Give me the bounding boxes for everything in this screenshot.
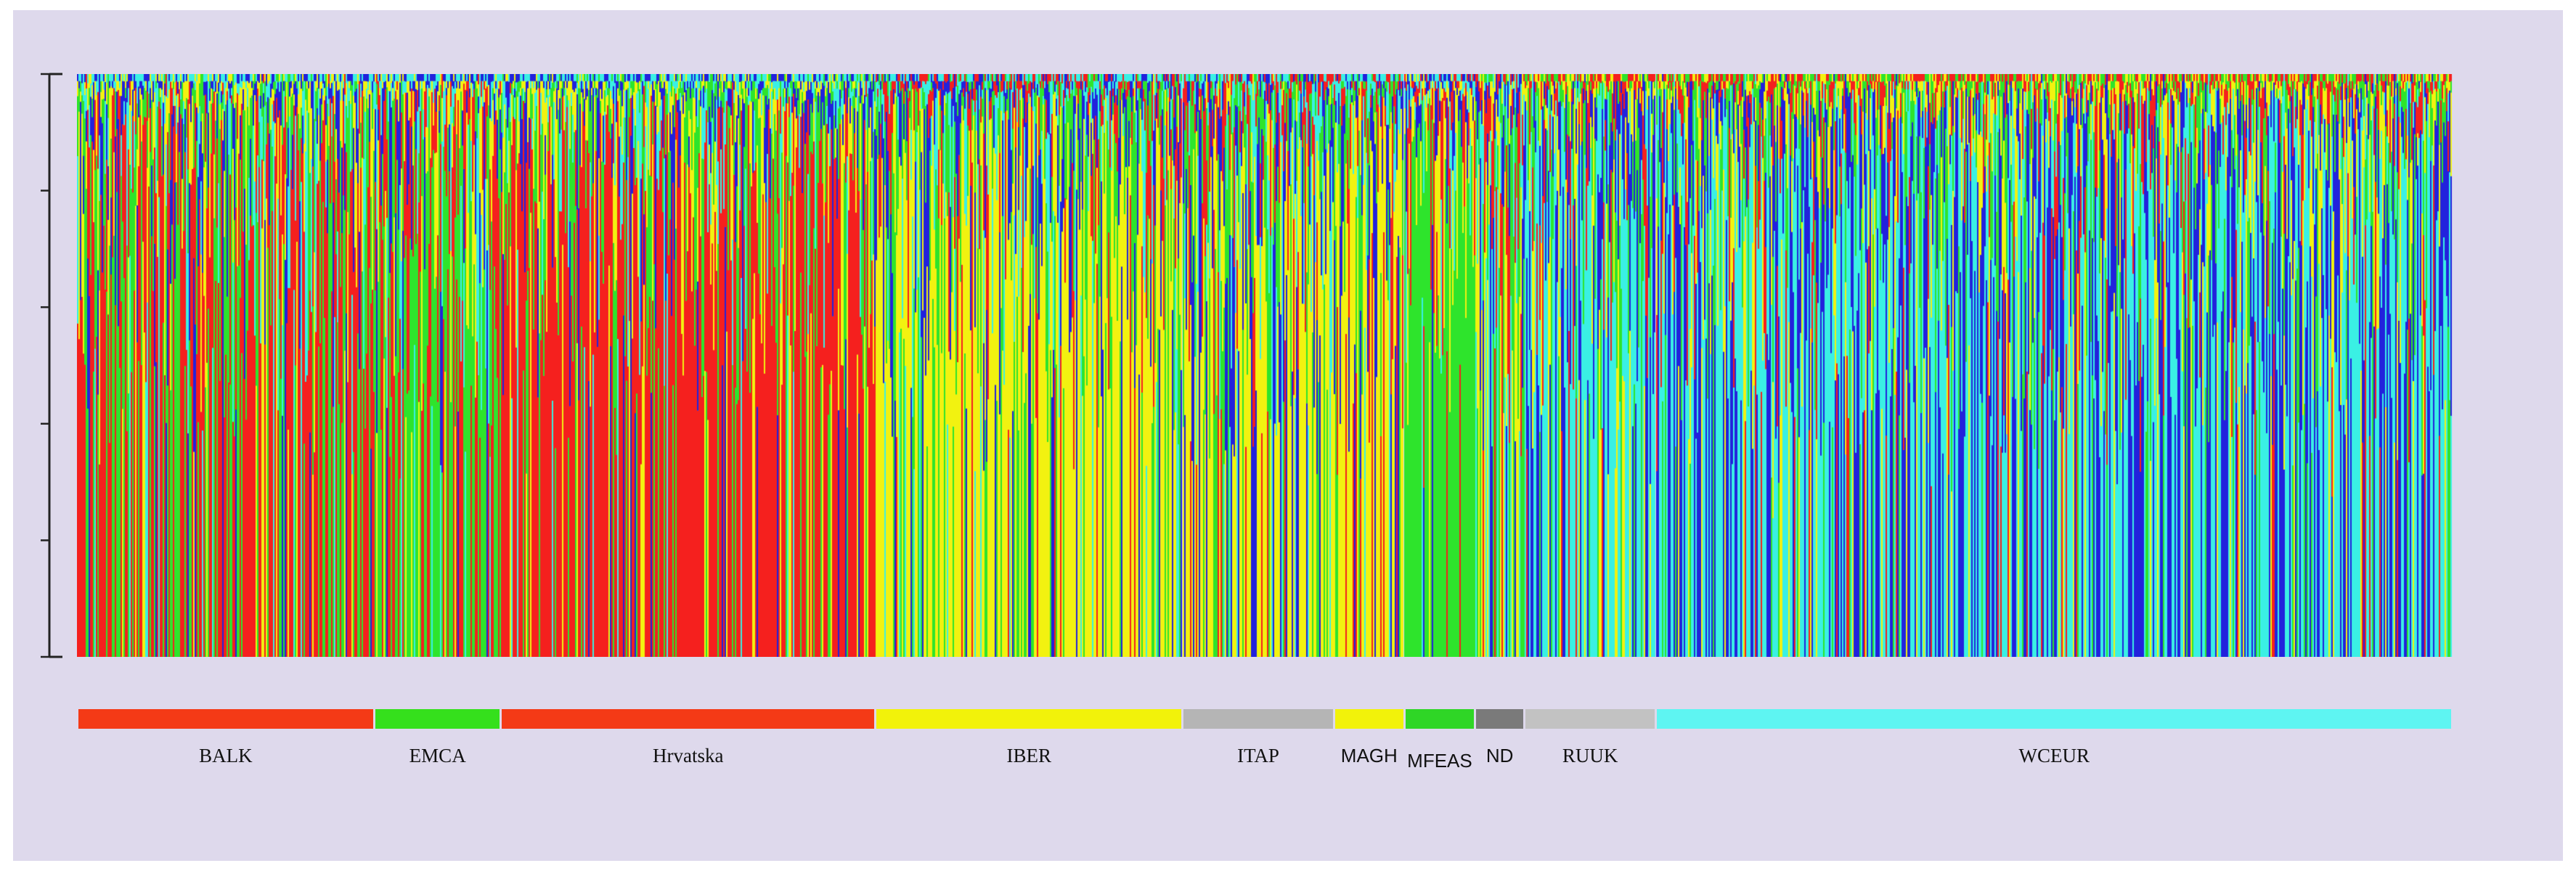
y-axis-bracket [0,0,87,871]
admixture-bar-plot [77,74,2453,657]
screen: BALKEMCAHrvatskaIBERITAPMAGHMFEASNDRUUKW… [0,0,2576,871]
